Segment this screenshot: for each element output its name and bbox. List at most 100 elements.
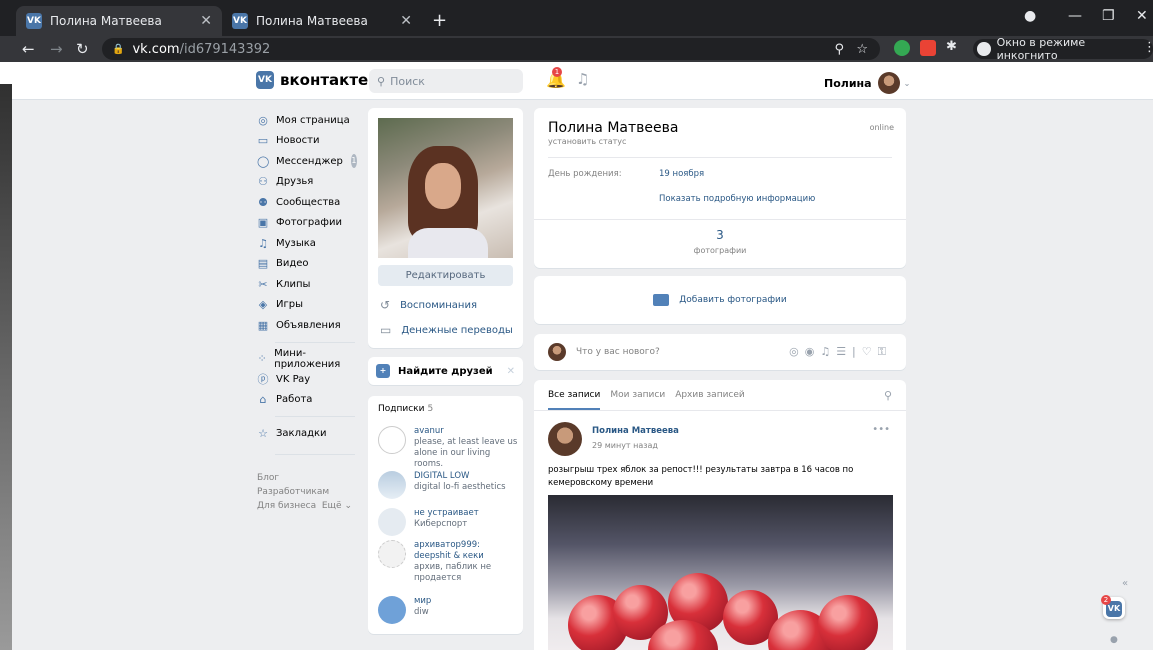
vk-logo[interactable]: VK вконтакте (256, 71, 368, 89)
photos-count-label[interactable]: фотографии (534, 246, 906, 255)
profile-menu-icon[interactable]: ● (1024, 8, 1036, 24)
sidebar-item-messenger[interactable]: ◯ Мессенджер 1 (257, 151, 357, 172)
avatar[interactable] (548, 422, 582, 456)
find-friends-label[interactable]: Найдите друзей (398, 366, 493, 377)
browser-tab-active[interactable]: VK Полина Матвеева ✕ (16, 6, 222, 36)
memories-link[interactable]: ↺ Воспоминания (380, 298, 477, 312)
footer-link-blog[interactable]: Блог (257, 473, 279, 483)
post-image[interactable] (548, 495, 893, 650)
chat-bubble-icon[interactable]: ● (1110, 635, 1118, 645)
user-menu[interactable]: Полина ⌄ (824, 72, 910, 94)
minimize-button[interactable]: — (1068, 8, 1082, 24)
close-tab-icon[interactable]: ✕ (200, 13, 212, 29)
camera-icon (653, 294, 670, 306)
close-window-button[interactable]: ✕ (1136, 8, 1148, 24)
subscription-item[interactable]: DIGITAL LOW digital lo-fi aesthetics (378, 471, 518, 499)
sidebar-item-label: Игры (276, 299, 303, 311)
user-circle-icon: ◎ (258, 113, 268, 127)
birthday-value[interactable]: 19 ноября (659, 169, 704, 179)
show-more-info-link[interactable]: Показать подробную информацию (659, 194, 815, 204)
tab-archive[interactable]: Архив записей (675, 380, 745, 410)
sidebar-divider (275, 453, 355, 455)
avatar (877, 72, 900, 94)
sidebar-item-clips[interactable]: ✂ Клипы (257, 274, 357, 295)
memories-label: Воспоминания (400, 299, 477, 311)
sidebar-item-games[interactable]: ◈ Игры (257, 295, 357, 316)
sidebar-item-ads[interactable]: ▦ Объявления (257, 315, 357, 336)
close-tab-icon[interactable]: ✕ (400, 13, 412, 29)
browser-menu-icon[interactable]: ⋮ (1143, 40, 1153, 55)
sidebar-item-music[interactable]: ♫ Музыка (257, 233, 357, 254)
sidebar-item-bookmarks[interactable]: ☆ Закладки (257, 423, 357, 444)
extensions-puzzle-icon[interactable]: ✱ (946, 39, 962, 55)
search-icon[interactable]: ⚲ (884, 389, 892, 402)
footer-link-developers[interactable]: Разработчикам (257, 487, 329, 497)
clips-icon: ✂ (258, 277, 268, 291)
star-icon: ☆ (258, 426, 268, 440)
subscription-desc: Киберспорт (414, 519, 468, 529)
vk-messenger-button[interactable]: VK 2 (1101, 595, 1125, 619)
ads-icon: ▦ (257, 318, 269, 332)
sidebar-item-my-page[interactable]: ◎ Моя страница (257, 110, 357, 131)
browser-tab[interactable]: VK Полина Матвеева ✕ (222, 6, 422, 36)
avatar (378, 426, 406, 454)
tab-all-posts[interactable]: Все записи (548, 380, 601, 410)
post-time[interactable]: 29 минут назад (592, 441, 658, 450)
profile-photo[interactable] (378, 118, 513, 258)
sidebar-item-label: Мессенджер (276, 155, 343, 167)
add-friend-icon: + (376, 364, 390, 378)
set-status-link[interactable]: установить статус (548, 137, 626, 146)
search-input[interactable]: ⚲ Поиск (369, 69, 523, 93)
sidebar-item-friends[interactable]: ⚇ Друзья (257, 172, 357, 193)
tab-my-posts[interactable]: Мои записи (610, 380, 665, 410)
more-options-icon[interactable]: ••• (872, 424, 890, 435)
url-field[interactable]: 🔒 vk.com /id679143392 ⚲ ☆ (102, 38, 880, 60)
communities-icon: ⚉ (258, 195, 268, 209)
subscription-item[interactable]: архиватор999: deepshit & кеки архив, пабл… (378, 540, 518, 584)
extension-green-icon[interactable] (894, 40, 910, 56)
new-post-input[interactable]: Что у вас нового? (576, 347, 660, 357)
subscription-desc: diw (414, 607, 429, 617)
post-author[interactable]: Полина Матвеева (592, 426, 679, 436)
maximize-button[interactable]: ❐ (1102, 8, 1115, 24)
notifications-badge: 1 (552, 67, 562, 77)
sidebar-item-work[interactable]: ⌂ Работа (257, 390, 357, 411)
sidebar-item-photos[interactable]: ▣ Фотографии (257, 213, 357, 234)
back-icon[interactable]: ← (22, 40, 35, 58)
edit-profile-button[interactable]: Редактировать (378, 265, 513, 286)
bookmark-star-icon[interactable]: ☆ (856, 42, 868, 57)
subscriptions-header[interactable]: Подписки 5 (378, 404, 433, 414)
sidebar-item-label: Клипы (276, 278, 311, 290)
collapse-chats-icon[interactable]: « (1122, 578, 1128, 589)
subscription-item[interactable]: не устраивает Киберспорт (378, 508, 518, 536)
tab-title: Полина Матвеева (50, 14, 162, 28)
money-transfers-link[interactable]: ▭ Денежные переводы (380, 323, 513, 337)
new-tab-button[interactable]: + (432, 10, 447, 31)
subscription-item[interactable]: avanur please, at least leave us alone in… (378, 426, 518, 470)
sidebar-item-news[interactable]: ▭ Новости (257, 131, 357, 152)
sidebar-item-communities[interactable]: ⚉ Сообщества (257, 192, 357, 213)
sidebar-item-label: Мини-приложения (274, 347, 341, 370)
incognito-indicator[interactable]: Окно в режиме инкогнито (973, 36, 1153, 62)
footer-link-business[interactable]: Для бизнеса (257, 501, 316, 511)
extension-red-icon[interactable] (920, 40, 936, 56)
music-player-icon[interactable]: ♫ (576, 70, 589, 88)
photos-count[interactable]: 3 (534, 228, 906, 242)
vk-logo-icon: VK (256, 71, 274, 89)
post-attachment-icons[interactable]: ◎◉♫☰|♡⚿ (789, 345, 892, 359)
forward-icon[interactable]: → (50, 40, 63, 58)
avatar (378, 471, 406, 499)
footer-link-more[interactable]: Ещё (322, 501, 342, 511)
sidebar-item-mini-apps[interactable]: ⁘ Мини-приложения (257, 347, 357, 370)
sidebar-item-label: Фотографии (276, 217, 342, 229)
zoom-icon[interactable]: ⚲ (834, 42, 844, 57)
notifications-bell-icon[interactable]: 🔔 1 (546, 67, 566, 89)
sidebar-item-video[interactable]: ▤ Видео (257, 254, 357, 275)
news-icon: ▭ (257, 134, 269, 148)
subscription-name: avanur (414, 426, 444, 436)
close-icon[interactable]: ✕ (507, 366, 515, 377)
sidebar-item-vk-pay[interactable]: ⓟ VK Pay (257, 369, 357, 390)
add-photos-card[interactable]: Добавить фотографии (534, 276, 906, 324)
subscription-item[interactable]: мир diw (378, 596, 518, 624)
reload-icon[interactable]: ↻ (76, 40, 89, 58)
